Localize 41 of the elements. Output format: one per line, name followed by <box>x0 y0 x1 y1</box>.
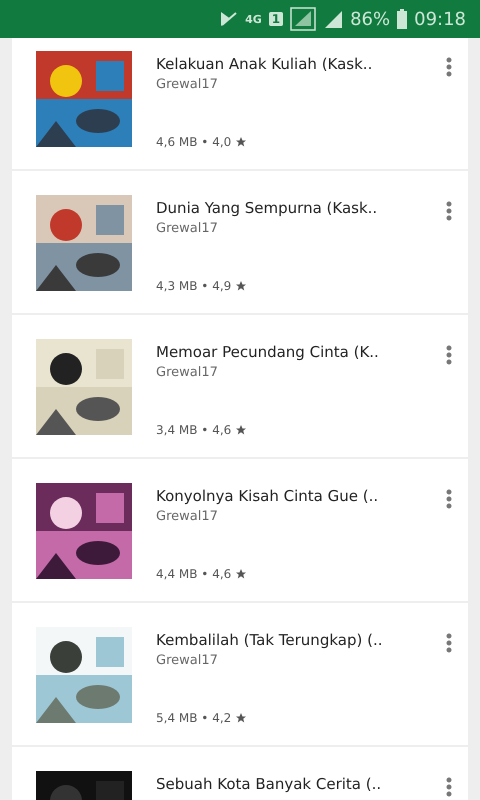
app-card[interactable]: Sebuah Kota Banyak Cerita (.. <box>12 747 468 800</box>
app-title: Kembalilah (Tak Terungkap) (.. <box>156 631 384 649</box>
app-title: Sebuah Kota Banyak Cerita (.. <box>156 775 382 793</box>
size-rating: 5,4 MB • 4,2 <box>156 711 232 725</box>
more-icon[interactable] <box>446 489 452 509</box>
developer-name: Grewal17 <box>156 365 219 380</box>
app-card[interactable]: Konyolnya Kisah Cinta Gue (.. Grewal17 4,4 MB • 4,6 <box>12 459 468 601</box>
signal-icon <box>323 9 344 29</box>
app-title: Konyolnya Kisah Cinta Gue (.. <box>156 487 380 505</box>
mute-icon <box>220 11 238 27</box>
battery-icon <box>397 9 408 29</box>
battery-percent: 86% <box>350 8 390 30</box>
app-card[interactable]: Kembalilah (Tak Terungkap) (.. Grewal17 5,4 MB • 4,2 <box>12 603 468 745</box>
app-title: Kelakuan Anak Kuliah (Kask.. <box>156 55 374 73</box>
star-icon <box>235 424 248 436</box>
app-card[interactable]: Kelakuan Anak Kuliah (Kask.. Grewal17 4,6 MB • 4,0 <box>12 38 468 169</box>
size-rating: 4,3 MB • 4,9 <box>156 279 232 293</box>
size-rating: 3,4 MB • 4,6 <box>156 423 232 437</box>
clock: 09:18 <box>414 8 466 30</box>
more-icon[interactable] <box>446 201 452 221</box>
more-icon[interactable] <box>446 57 452 77</box>
size-rating: 4,4 MB • 4,6 <box>156 567 232 581</box>
size-rating: 4,6 MB • 4,0 <box>156 135 232 149</box>
app-card[interactable]: Memoar Pecundang Cinta (K.. Grewal17 3,4 MB • 4,6 <box>12 315 468 457</box>
developer-name: Grewal17 <box>156 77 219 92</box>
app-title: Dunia Yang Sempurna (Kask.. <box>156 199 378 217</box>
signal-icon <box>290 7 316 31</box>
star-icon <box>235 136 248 148</box>
app-title: Memoar Pecundang Cinta (K.. <box>156 343 380 361</box>
star-icon <box>235 568 248 580</box>
more-icon[interactable] <box>446 777 452 797</box>
star-icon <box>235 280 248 292</box>
star-icon <box>235 712 248 724</box>
network-type: 4G <box>245 12 262 26</box>
developer-name: Grewal17 <box>156 509 219 524</box>
app-card[interactable]: Dunia Yang Sempurna (Kask.. Grewal17 4,3 MB • 4,9 <box>12 171 468 313</box>
sim-badge: 1 <box>268 12 284 26</box>
more-icon[interactable] <box>446 345 452 365</box>
more-icon[interactable] <box>446 633 452 653</box>
developer-name: Grewal17 <box>156 221 219 236</box>
developer-name: Grewal17 <box>156 653 219 668</box>
